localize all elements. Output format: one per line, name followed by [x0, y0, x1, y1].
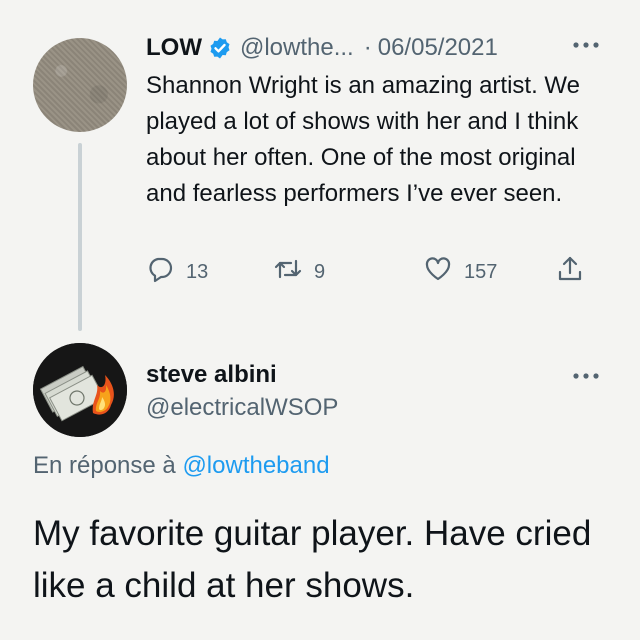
reply-icon: [146, 255, 186, 289]
retweet-icon: [274, 255, 314, 289]
more-horizontal-icon[interactable]: [568, 35, 604, 55]
tweet-text: Shannon Wright is an amazing artist. We …: [146, 72, 580, 207]
author-name[interactable]: LOW: [146, 34, 202, 62]
avatar[interactable]: [33, 38, 127, 132]
retweet-count: 9: [314, 260, 326, 283]
author-name[interactable]: steve albini: [146, 361, 277, 389]
heart-icon: [424, 255, 464, 289]
reply-text: My favorite guitar player. Have cried li…: [33, 514, 592, 605]
separator-dot: ·: [363, 34, 372, 61]
retweet-button[interactable]: 9: [274, 252, 325, 292]
reply-count: 13: [186, 260, 209, 283]
replying-to-label: En réponse à: [33, 452, 183, 479]
author-handle[interactable]: @lowthe...: [240, 34, 354, 62]
tweet-actions: 13 9 157: [146, 252, 606, 292]
tweet-thread: LOW @lowthe... · 06/05/2021 Shannon Wrig…: [0, 0, 640, 640]
tweet-header: LOW @lowthe... · 06/05/2021: [146, 30, 620, 66]
reply-button[interactable]: 13: [146, 252, 208, 292]
replying-to-link[interactable]: @lowtheband: [182, 452, 329, 479]
replying-to-line: En réponse à @lowtheband: [33, 452, 330, 480]
share-button[interactable]: [556, 252, 596, 292]
burning-money-image: [33, 343, 127, 437]
avatar[interactable]: [33, 343, 127, 437]
more-horizontal-icon[interactable]: [568, 366, 604, 386]
share-icon: [556, 255, 596, 289]
author-handle[interactable]: @electricalWSOP: [146, 394, 338, 422]
thread-connector-line: [78, 143, 82, 331]
verified-badge-icon: [208, 36, 232, 60]
like-count: 157: [464, 260, 498, 283]
like-button[interactable]: 157: [424, 252, 497, 292]
tweet-date[interactable]: 06/05/2021: [378, 34, 498, 62]
